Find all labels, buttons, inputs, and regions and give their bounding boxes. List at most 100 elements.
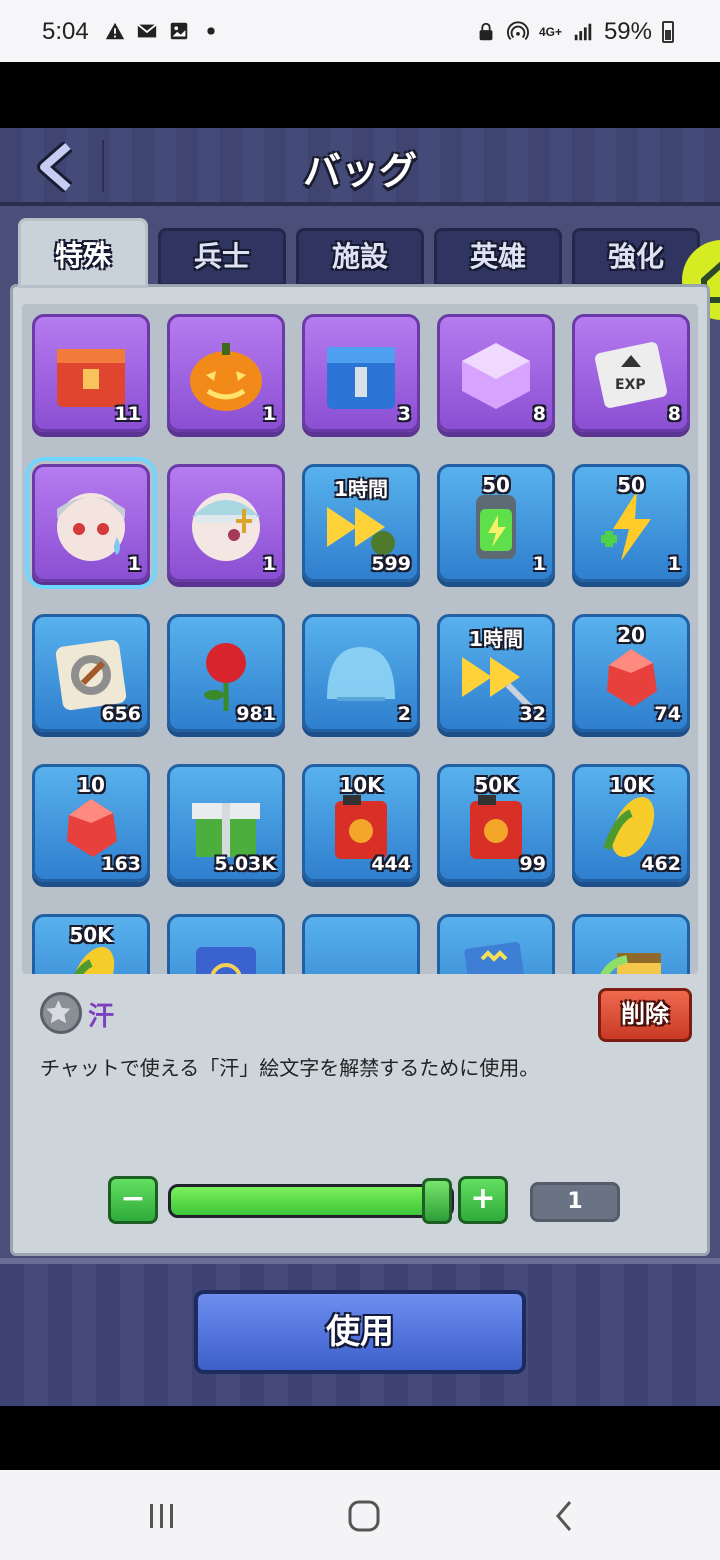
item-count: 1 [667, 553, 681, 575]
bandaged-hero-icon [192, 493, 260, 561]
lock-icon [479, 22, 493, 41]
item-count: 5.03K [214, 853, 276, 875]
building-upgrade-icon [600, 953, 661, 974]
use-button[interactable]: 使用 [194, 1290, 526, 1374]
status-bar: 5:04 4G+ 59% [0, 0, 720, 62]
quantity-slider-fill [171, 1187, 451, 1215]
item-slot[interactable]: 2 [302, 614, 420, 732]
green-pile-icon [317, 929, 405, 974]
item-slot[interactable]: 50K 99 [437, 764, 555, 882]
item-slot[interactable]: 656 [32, 614, 150, 732]
item-grid: 11 1 3 8 EXP 8 1 1 1時間 599 50 1 50 1 656 981 2 1時間 32 20 74 1… [22, 304, 698, 974]
item-count: 1 [532, 553, 546, 575]
tab-special[interactable]: 特殊 [18, 218, 148, 288]
item-count: 99 [519, 853, 546, 875]
tab-facilities[interactable]: 施設 [296, 228, 424, 286]
pumpkin-icon [190, 343, 262, 411]
top-letterbox [0, 62, 720, 128]
quantity-value[interactable]: 1 [530, 1182, 620, 1222]
dot-icon [207, 27, 215, 35]
item-slot[interactable]: 1 [167, 314, 285, 432]
item-slot[interactable]: 10K 462 [572, 764, 690, 882]
page-title: バッグ [302, 149, 417, 193]
item-slot[interactable] [437, 914, 555, 974]
bag-header: バッグ [0, 128, 720, 206]
home-button-icon[interactable] [344, 1498, 384, 1534]
item-count: 32 [519, 703, 546, 725]
item-slot[interactable]: 1 [167, 464, 285, 582]
item-count: 599 [371, 553, 411, 575]
item-slot[interactable]: 20 74 [572, 614, 690, 732]
item-count: 1 [262, 553, 276, 575]
item-slot[interactable] [302, 914, 420, 974]
item-slot[interactable]: EXP 8 [572, 314, 690, 432]
item-amount-label: 50 [482, 473, 510, 497]
bottom-letterbox [0, 1406, 720, 1470]
item-slot[interactable]: 50K [32, 914, 150, 974]
item-amount-label: 50K [474, 773, 518, 797]
item-rarity-icon [40, 992, 82, 1034]
item-slot[interactable]: 10K 444 [302, 764, 420, 882]
warning-icon [105, 22, 125, 40]
shield-dome-icon [327, 647, 395, 701]
item-count: 8 [667, 403, 681, 425]
quantity-minus-button[interactable]: − [108, 1176, 158, 1224]
quantity-plus-button[interactable]: + [458, 1176, 508, 1224]
network-type: 4G+ [538, 25, 562, 39]
item-count: 444 [371, 853, 411, 875]
item-slot[interactable]: 1時間 32 [437, 614, 555, 732]
item-count: 8 [532, 403, 546, 425]
exp-book-icon [464, 941, 528, 974]
item-amount-label: 10 [77, 773, 105, 797]
item-count: 656 [101, 703, 141, 725]
item-amount-label: 50 [617, 473, 645, 497]
tab-enhance[interactable]: 強化 [572, 228, 700, 286]
battery-percent: 59% [603, 18, 652, 45]
item-slot[interactable]: 8 [437, 314, 555, 432]
mail-icon [137, 23, 157, 38]
item-slot[interactable] [167, 914, 285, 974]
item-count: 462 [641, 853, 681, 875]
item-count: 1 [127, 553, 141, 575]
selected-item-name: 汗 [88, 1002, 115, 1032]
signal-icon [574, 23, 592, 41]
tab-heroes[interactable]: 英雄 [434, 228, 562, 286]
item-slot[interactable]: 5.03K [167, 764, 285, 882]
quantity-slider[interactable] [168, 1184, 454, 1218]
item-count: 163 [101, 853, 141, 875]
item-amount-label: 10K [609, 773, 653, 797]
item-slot[interactable]: 981 [167, 614, 285, 732]
quantity-slider-thumb[interactable] [422, 1178, 452, 1224]
item-slot[interactable]: 3 [302, 314, 420, 432]
blue-mech-chest-icon [327, 347, 395, 409]
selected-item-description: チャットで使える「汗」絵文字を解禁するために使用。 [40, 1056, 540, 1080]
item-slot[interactable]: 11 [32, 314, 150, 432]
item-slot[interactable]: 10 163 [32, 764, 150, 882]
hotspot-icon [506, 21, 529, 40]
item-count: 11 [114, 403, 141, 425]
item-slot[interactable]: 50 1 [572, 464, 690, 582]
sweat-emoji-girl-icon [57, 493, 125, 561]
item-slot[interactable]: 1 [25, 457, 157, 589]
battery-icon [662, 21, 674, 43]
recent-apps-icon[interactable] [142, 1498, 182, 1534]
item-amount-label: 1時間 [469, 627, 523, 651]
back-nav-icon[interactable] [546, 1498, 586, 1534]
purple-cube-icon [462, 343, 530, 409]
item-amount-label: 10K [339, 773, 383, 797]
blue-card-icon [196, 947, 256, 974]
item-slot[interactable] [572, 914, 690, 974]
tab-soldiers[interactable]: 兵士 [158, 228, 286, 286]
svg-text:EXP: EXP [615, 377, 646, 393]
item-count: 3 [397, 403, 411, 425]
delete-button[interactable]: 削除 [598, 988, 692, 1042]
item-amount-label: 20 [617, 623, 645, 647]
item-count: 981 [236, 703, 276, 725]
exp-card-icon: EXP [594, 342, 668, 408]
item-count: 1 [262, 403, 276, 425]
item-slot[interactable]: 1時間 599 [302, 464, 420, 582]
item-count: 74 [654, 703, 681, 725]
image-icon [170, 22, 188, 40]
item-slot[interactable]: 50 1 [437, 464, 555, 582]
android-nav-bar [0, 1470, 720, 1560]
